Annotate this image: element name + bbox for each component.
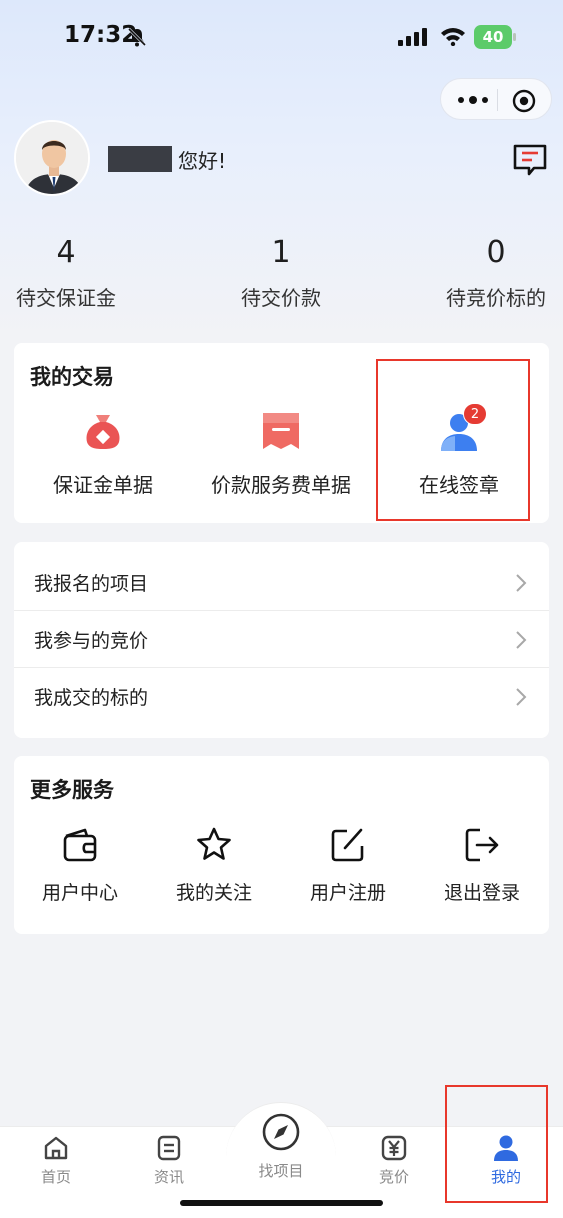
greeting-text: 您好! [178, 149, 227, 173]
card-title: 我的交易 [30, 365, 114, 389]
wallet-icon [61, 826, 99, 864]
tab-home[interactable]: 首页 [11, 1134, 101, 1187]
close-miniprogram-icon[interactable] [511, 88, 537, 114]
item-label: 我的关注 [175, 882, 252, 904]
list-item-closed-deals[interactable]: 我成交的标的 [14, 668, 549, 725]
item-label: 价款服务费单据 [211, 473, 351, 497]
user-register-item[interactable]: 用户注册 [293, 826, 403, 905]
tab-label: 竞价 [378, 1168, 409, 1186]
tab-label: 资讯 [153, 1168, 184, 1186]
news-icon [155, 1134, 183, 1162]
stat-label: 待交价款 [241, 286, 321, 310]
chevron-right-icon [516, 688, 527, 706]
stat-pending-payment[interactable]: 1 待交价款 [221, 232, 341, 311]
chevron-right-icon [516, 574, 527, 592]
item-label: 退出登录 [443, 882, 520, 904]
list-item-registered-projects[interactable]: 我报名的项目 [14, 554, 549, 611]
stats-row: 4 待交保证金 1 待交价款 0 待竞价标的 [0, 232, 563, 322]
edit-icon [329, 826, 367, 864]
miniprogram-capsule [440, 78, 552, 120]
stat-value: 1 [271, 235, 291, 270]
list-item-label: 我参与的竞价 [34, 630, 149, 652]
cellular-signal-icon [398, 28, 427, 46]
mute-bell-icon [127, 27, 147, 47]
tab-bidding[interactable]: 竞价 [349, 1134, 439, 1187]
stat-label: 待交保证金 [16, 286, 116, 310]
avatar[interactable] [14, 120, 90, 196]
card-title: 更多服务 [30, 778, 114, 802]
stat-value: 4 [56, 235, 76, 270]
tab-news[interactable]: 资讯 [124, 1134, 214, 1187]
tab-find-project[interactable]: 找项目 [236, 1112, 326, 1181]
home-icon [42, 1134, 70, 1162]
stat-pending-bidding[interactable]: 0 待竞价标的 [436, 232, 556, 311]
compass-icon [261, 1112, 301, 1152]
receipt-icon [259, 409, 303, 453]
chevron-right-icon [516, 631, 527, 649]
status-bar: 17:32 40 [0, 0, 563, 76]
home-indicator [180, 1200, 383, 1206]
list-item-label: 我报名的项目 [34, 573, 149, 595]
stat-value: 0 [486, 235, 506, 270]
logout-icon [463, 826, 501, 864]
item-label: 用户注册 [309, 882, 386, 904]
list-item-label: 我成交的标的 [34, 687, 149, 709]
wifi-icon [441, 28, 465, 46]
list-item-joined-bidding[interactable]: 我参与的竞价 [14, 611, 549, 668]
stat-pending-deposit[interactable]: 4 待交保证金 [6, 232, 126, 311]
my-records-list: 我报名的项目 我参与的竞价 我成交的标的 [14, 542, 549, 738]
more-options-icon[interactable] [455, 91, 491, 109]
item-label: 用户中心 [41, 882, 118, 904]
deposit-receipt-item[interactable]: 保证金单据 [44, 409, 162, 498]
battery-icon: 40 [474, 25, 516, 49]
message-icon[interactable] [510, 140, 550, 180]
more-services-card: 更多服务 用户中心 我的关注 用户注册 退出登录 [14, 756, 549, 934]
payment-fee-receipt-item[interactable]: 价款服务费单据 [204, 409, 358, 498]
battery-level: 40 [474, 25, 512, 49]
money-bag-icon [81, 409, 125, 453]
item-label: 保证金单据 [53, 473, 153, 497]
yuan-icon [380, 1134, 408, 1162]
username-redacted [108, 146, 172, 172]
user-center-item[interactable]: 用户中心 [25, 826, 135, 905]
tab-label: 首页 [40, 1168, 71, 1186]
highlight-box-online-signature [376, 359, 530, 521]
stat-label: 待竞价标的 [446, 286, 546, 310]
logout-item[interactable]: 退出登录 [427, 826, 537, 905]
tab-label: 找项目 [258, 1162, 304, 1180]
highlight-box-tab-mine [445, 1085, 548, 1203]
star-icon [195, 826, 233, 864]
my-follows-item[interactable]: 我的关注 [159, 826, 269, 905]
